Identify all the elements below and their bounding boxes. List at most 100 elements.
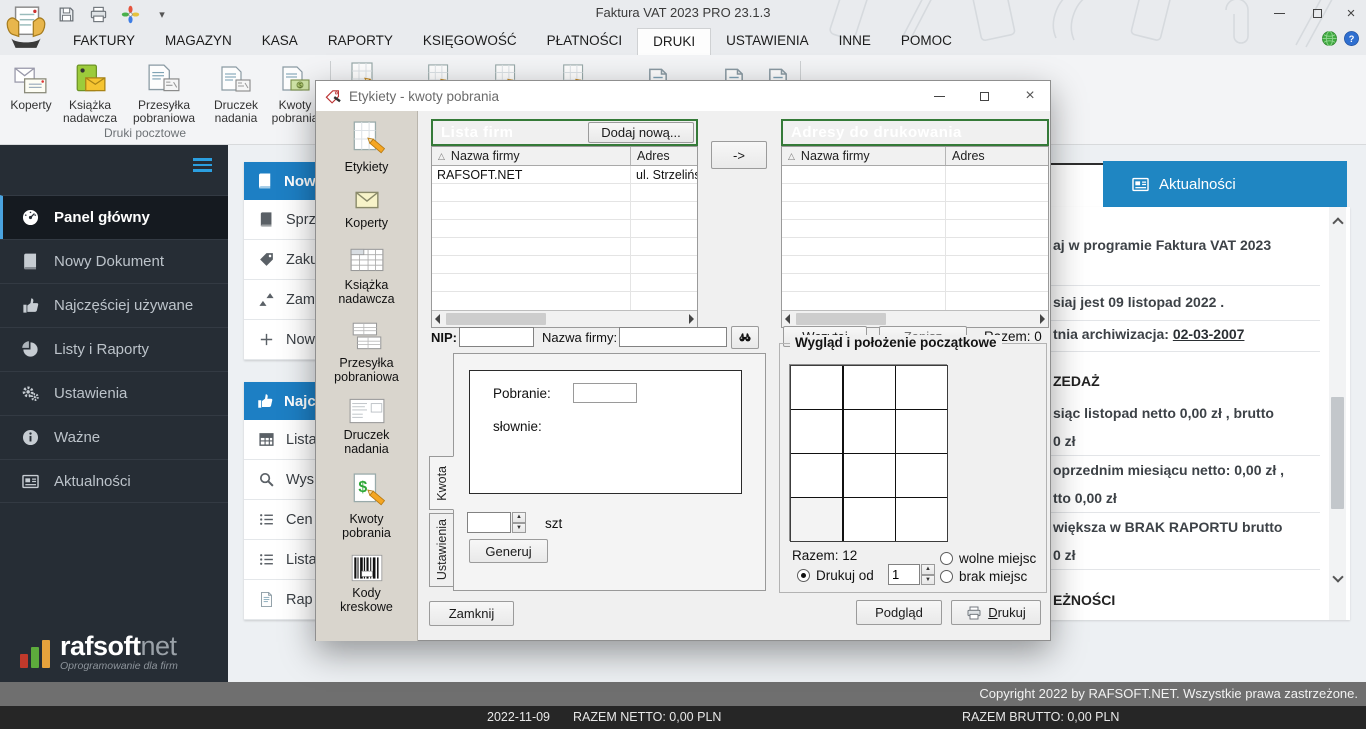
nip-input[interactable] (459, 327, 534, 347)
dialog-close-button[interactable]: × (1014, 83, 1046, 109)
scroll-right-icon[interactable] (1040, 314, 1045, 324)
tab-kwota[interactable]: Kwota (429, 456, 454, 510)
spin-up-icon[interactable]: ▲ (921, 564, 935, 575)
scrollbar-thumb[interactable] (446, 313, 546, 325)
table-header[interactable]: △ Nazwa firmy Adres (782, 147, 1048, 166)
horizontal-scrollbar[interactable] (432, 310, 697, 327)
search-company-button[interactable] (731, 326, 759, 349)
hamburger-icon[interactable] (193, 158, 212, 175)
grid-cell[interactable] (843, 498, 895, 541)
spin-down-icon[interactable]: ▼ (921, 574, 935, 585)
grid-cell[interactable] (896, 454, 947, 497)
dialog-minimize-button[interactable] (923, 83, 955, 109)
sidebar-item-wazne[interactable]: Ważne (0, 415, 228, 459)
grid-cell[interactable] (791, 454, 842, 497)
grid-cell[interactable] (791, 366, 842, 409)
grid-cell[interactable] (896, 498, 947, 541)
radio-selected-icon[interactable] (797, 569, 810, 582)
ribbon-druczek-nadania[interactable]: Druczek nadania (206, 58, 266, 125)
dialog-nav-etykiety[interactable]: Etykiety (316, 117, 417, 183)
podglad-button[interactable]: Podgląd (856, 600, 942, 625)
menu-pomoc[interactable]: POMOC (886, 28, 967, 55)
drukuj-od-stepper[interactable]: ▲▼ (888, 564, 935, 585)
close-button[interactable]: × (1334, 0, 1366, 26)
tab-ustawienia[interactable]: Ustawienia (429, 513, 454, 587)
table-header[interactable]: △ Nazwa firmy Adres (432, 147, 697, 166)
dodaj-nowa-button[interactable]: Dodaj nową... (588, 122, 694, 143)
sidebar-item-nowy-dokument[interactable]: Nowy Dokument (0, 239, 228, 283)
scrollbar-thumb[interactable] (796, 313, 886, 325)
spin-up-icon[interactable]: ▲ (512, 512, 526, 523)
column-nazwa-firmy[interactable]: △ Nazwa firmy (782, 147, 946, 165)
menu-inne[interactable]: INNE (824, 28, 886, 55)
menu-ustawienia[interactable]: USTAWIENIA (711, 28, 824, 55)
radio-icon[interactable] (940, 552, 953, 565)
brak-miejsc-radio[interactable]: brak miejsc (940, 568, 1027, 586)
scrollbar-thumb[interactable] (1331, 397, 1344, 509)
drukuj-od-input[interactable] (888, 564, 920, 585)
menu-druki[interactable]: DRUKI (637, 28, 712, 55)
news-scrollbar[interactable] (1329, 207, 1346, 620)
menu-platnosci[interactable]: PŁATNOŚCI (532, 28, 638, 55)
grid-cell[interactable] (896, 366, 947, 409)
sidebar-item-listy-i-raporty[interactable]: Listy i Raporty (0, 327, 228, 371)
online-globe-icon[interactable] (1321, 30, 1338, 52)
ribbon-przesylka-pobraniowa[interactable]: Przesyłka pobraniowa (124, 58, 204, 125)
scroll-left-icon[interactable] (435, 314, 440, 324)
menu-kasa[interactable]: KASA (247, 28, 313, 55)
grid-cell[interactable] (791, 410, 842, 453)
archive-date-link[interactable]: 02-03-2007 (1173, 326, 1245, 342)
pobranie-input[interactable] (573, 383, 637, 403)
ribbon-ksiazka-nadawcza[interactable]: Książka nadawcza (58, 58, 122, 125)
adresy-table[interactable]: △ Nazwa firmy Adres (781, 146, 1049, 328)
dialog-nav-koperty[interactable]: Koperty (316, 183, 417, 243)
sidebar-item-ustawienia[interactable]: Ustawienia (0, 371, 228, 415)
ribbon-kwoty-pobrania[interactable]: Kwoty pobrania (268, 58, 322, 125)
nazwa-firmy-input[interactable] (619, 327, 727, 347)
scroll-left-icon[interactable] (785, 314, 790, 324)
generuj-button[interactable]: Generuj (469, 539, 548, 563)
column-adres[interactable]: Adres (946, 147, 1048, 165)
dialog-nav-druczek-nadania[interactable]: Druczek nadania (316, 393, 417, 469)
grid-cell[interactable] (896, 410, 947, 453)
ribbon-koperty[interactable]: Koperty (6, 58, 56, 112)
dialog-nav-ksiazka-nadawcza[interactable]: Książka nadawcza (316, 243, 417, 317)
grid-cell[interactable] (843, 454, 895, 497)
restore-button[interactable] (1300, 0, 1334, 26)
help-icon[interactable] (1343, 30, 1360, 52)
szt-input[interactable] (467, 512, 511, 533)
sidebar-item-aktualnosci[interactable]: Aktualności (0, 459, 228, 503)
wolne-miejsc-radio[interactable]: wolne miejsc (940, 550, 1036, 568)
table-row[interactable]: RAFSOFT.NET ul. Strzelińska (432, 166, 697, 184)
dialog-nav-kody-kreskowe[interactable]: Kody kreskowe (316, 549, 417, 627)
grid-cell[interactable] (843, 410, 895, 453)
tab-aktualnosci[interactable]: Aktualności (1103, 161, 1347, 207)
grid-cell[interactable] (791, 498, 842, 541)
scroll-right-icon[interactable] (689, 314, 694, 324)
move-to-print-button[interactable]: -> (711, 141, 767, 169)
dialog-nav-kwoty-pobrania[interactable]: Kwoty pobrania (316, 469, 417, 549)
zamknij-button[interactable]: Zamknij (429, 601, 514, 626)
sidebar-item-panel-glowny[interactable]: Panel główny (0, 195, 228, 239)
dialog-nav-przesylka-pobraniowa[interactable]: Przesyłka pobraniowa (316, 317, 417, 393)
menu-faktury[interactable]: FAKTURY (58, 28, 150, 55)
dialog-maximize-button[interactable] (968, 83, 1000, 109)
scroll-up-icon[interactable] (1329, 217, 1346, 229)
menu-ksiegowosc[interactable]: KSIĘGOWOŚĆ (408, 28, 532, 55)
drukuj-od-radio[interactable]: Drukuj od (797, 567, 874, 585)
horizontal-scrollbar[interactable] (782, 310, 1048, 327)
radio-icon[interactable] (940, 570, 953, 583)
lista-firm-table[interactable]: △ Nazwa firmy Adres RAFSOFT.NET ul. Strz… (431, 146, 698, 328)
sidebar-item-najczesciej-uzywane[interactable]: Najczęściej używane (0, 283, 228, 327)
label-position-grid[interactable] (790, 365, 948, 542)
drukuj-button[interactable]: Drukuj (951, 600, 1041, 625)
menu-raporty[interactable]: RAPORTY (313, 28, 408, 55)
szt-stepper[interactable]: ▲ ▼ (467, 512, 526, 533)
column-nazwa-firmy[interactable]: △ Nazwa firmy (432, 147, 631, 165)
menu-magazyn[interactable]: MAGAZYN (150, 28, 247, 55)
spin-down-icon[interactable]: ▼ (512, 522, 526, 533)
grid-cell[interactable] (843, 366, 895, 409)
column-adres[interactable]: Adres (631, 147, 697, 165)
minimize-button[interactable] (1262, 0, 1296, 26)
scroll-down-icon[interactable] (1329, 571, 1346, 583)
